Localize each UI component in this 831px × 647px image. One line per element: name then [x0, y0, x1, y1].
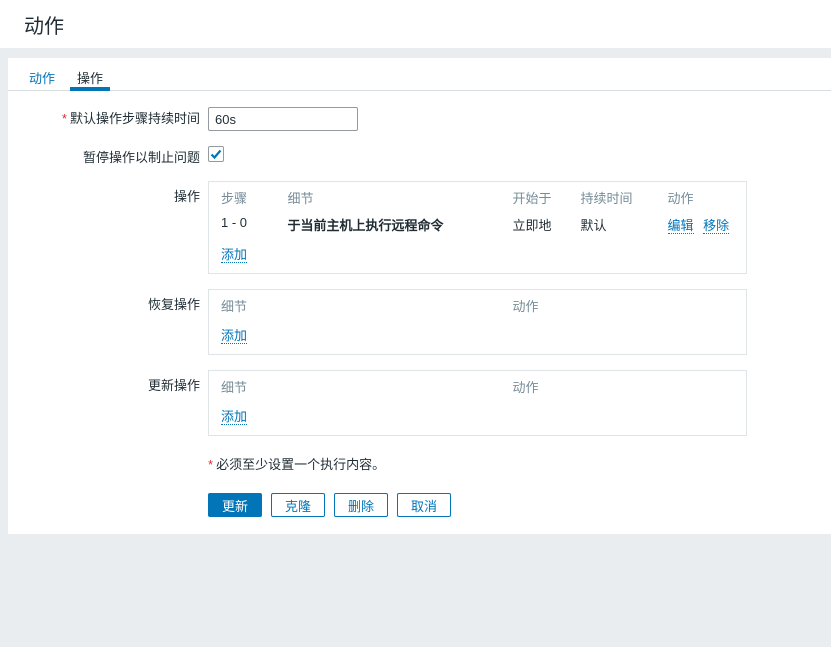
operations-header-row: 步骤 细节 开始于 持续时间 动作: [209, 182, 747, 212]
operation-steps: 1 - 0: [209, 211, 276, 238]
form-row-update: 更新操作 细节 动作 添加: [8, 370, 831, 436]
remove-link[interactable]: 移除: [703, 218, 729, 234]
col-duration: 持续时间: [569, 182, 656, 212]
operations-row: 1 - 0 于当前主机上执行远程命令 立即地 默认 编辑 移除: [209, 211, 747, 238]
operation-duration: 默认: [569, 211, 656, 238]
duration-input[interactable]: [208, 107, 358, 131]
update-add-row: 添加: [209, 400, 747, 436]
cancel-button[interactable]: 取消: [397, 493, 451, 517]
duration-label: *默认操作步骤持续时间: [8, 107, 200, 127]
form-row-pause: 暂停操作以制止问题: [8, 146, 831, 166]
required-note: *必须至少设置一个执行内容。: [208, 451, 831, 473]
tab-action[interactable]: 动作: [22, 58, 62, 90]
form-row-note: *必须至少设置一个执行内容。: [8, 451, 831, 473]
operation-details: 于当前主机上执行远程命令: [276, 211, 501, 238]
checkmark-icon: [210, 148, 222, 160]
col-action: 动作: [501, 290, 747, 320]
delete-button[interactable]: 删除: [334, 493, 388, 517]
operation-actions: 编辑 移除: [656, 211, 747, 238]
recovery-add-row: 添加: [209, 319, 747, 355]
form-row-recovery: 恢复操作 细节 动作 添加: [8, 289, 831, 355]
page-header: 动作: [0, 0, 831, 48]
operations-label: 操作: [8, 181, 200, 205]
update-label: 更新操作: [8, 370, 200, 394]
required-asterisk: *: [62, 111, 67, 126]
operations-add-row: 添加: [209, 238, 747, 274]
col-action: 动作: [656, 182, 747, 212]
update-button[interactable]: 更新: [208, 493, 262, 517]
tab-action-label: 动作: [29, 71, 55, 86]
col-details: 细节: [209, 371, 501, 401]
pause-label: 暂停操作以制止问题: [8, 146, 200, 166]
recovery-table: 细节 动作 添加: [208, 289, 747, 355]
col-steps: 步骤: [209, 182, 276, 212]
update-add-link[interactable]: 添加: [221, 409, 247, 425]
edit-link[interactable]: 编辑: [668, 218, 694, 234]
recovery-label: 恢复操作: [8, 289, 200, 313]
note-asterisk: *: [208, 457, 213, 472]
tab-bar: 动作 操作: [8, 58, 831, 91]
tab-operations[interactable]: 操作: [70, 58, 110, 90]
form-row-operations: 操作 步骤 细节 开始于 持续时间 动作 1 - 0 于当前主机上执行远程命令: [8, 181, 831, 274]
update-table: 细节 动作 添加: [208, 370, 747, 436]
col-details: 细节: [276, 182, 501, 212]
clone-button[interactable]: 克隆: [271, 493, 325, 517]
col-action: 动作: [501, 371, 747, 401]
content-panel: 动作 操作 *默认操作步骤持续时间 暂停操作以制止问题: [8, 58, 831, 534]
page-title: 动作: [24, 10, 64, 39]
update-header-row: 细节 动作: [209, 371, 747, 401]
operations-add-link[interactable]: 添加: [221, 247, 247, 263]
operation-start-in: 立即地: [501, 211, 569, 238]
pause-checkbox[interactable]: [208, 146, 224, 162]
form-row-buttons: 更新 克隆 删除 取消: [8, 473, 831, 517]
form-row-duration: *默认操作步骤持续时间: [8, 107, 831, 131]
recovery-header-row: 细节 动作: [209, 290, 747, 320]
operations-table: 步骤 细节 开始于 持续时间 动作 1 - 0 于当前主机上执行远程命令 立即地…: [208, 181, 747, 274]
col-details: 细节: [209, 290, 501, 320]
tab-operations-label: 操作: [77, 71, 103, 86]
operations-form: *默认操作步骤持续时间 暂停操作以制止问题 操作: [8, 91, 831, 517]
col-start-in: 开始于: [501, 182, 569, 212]
recovery-add-link[interactable]: 添加: [221, 328, 247, 344]
